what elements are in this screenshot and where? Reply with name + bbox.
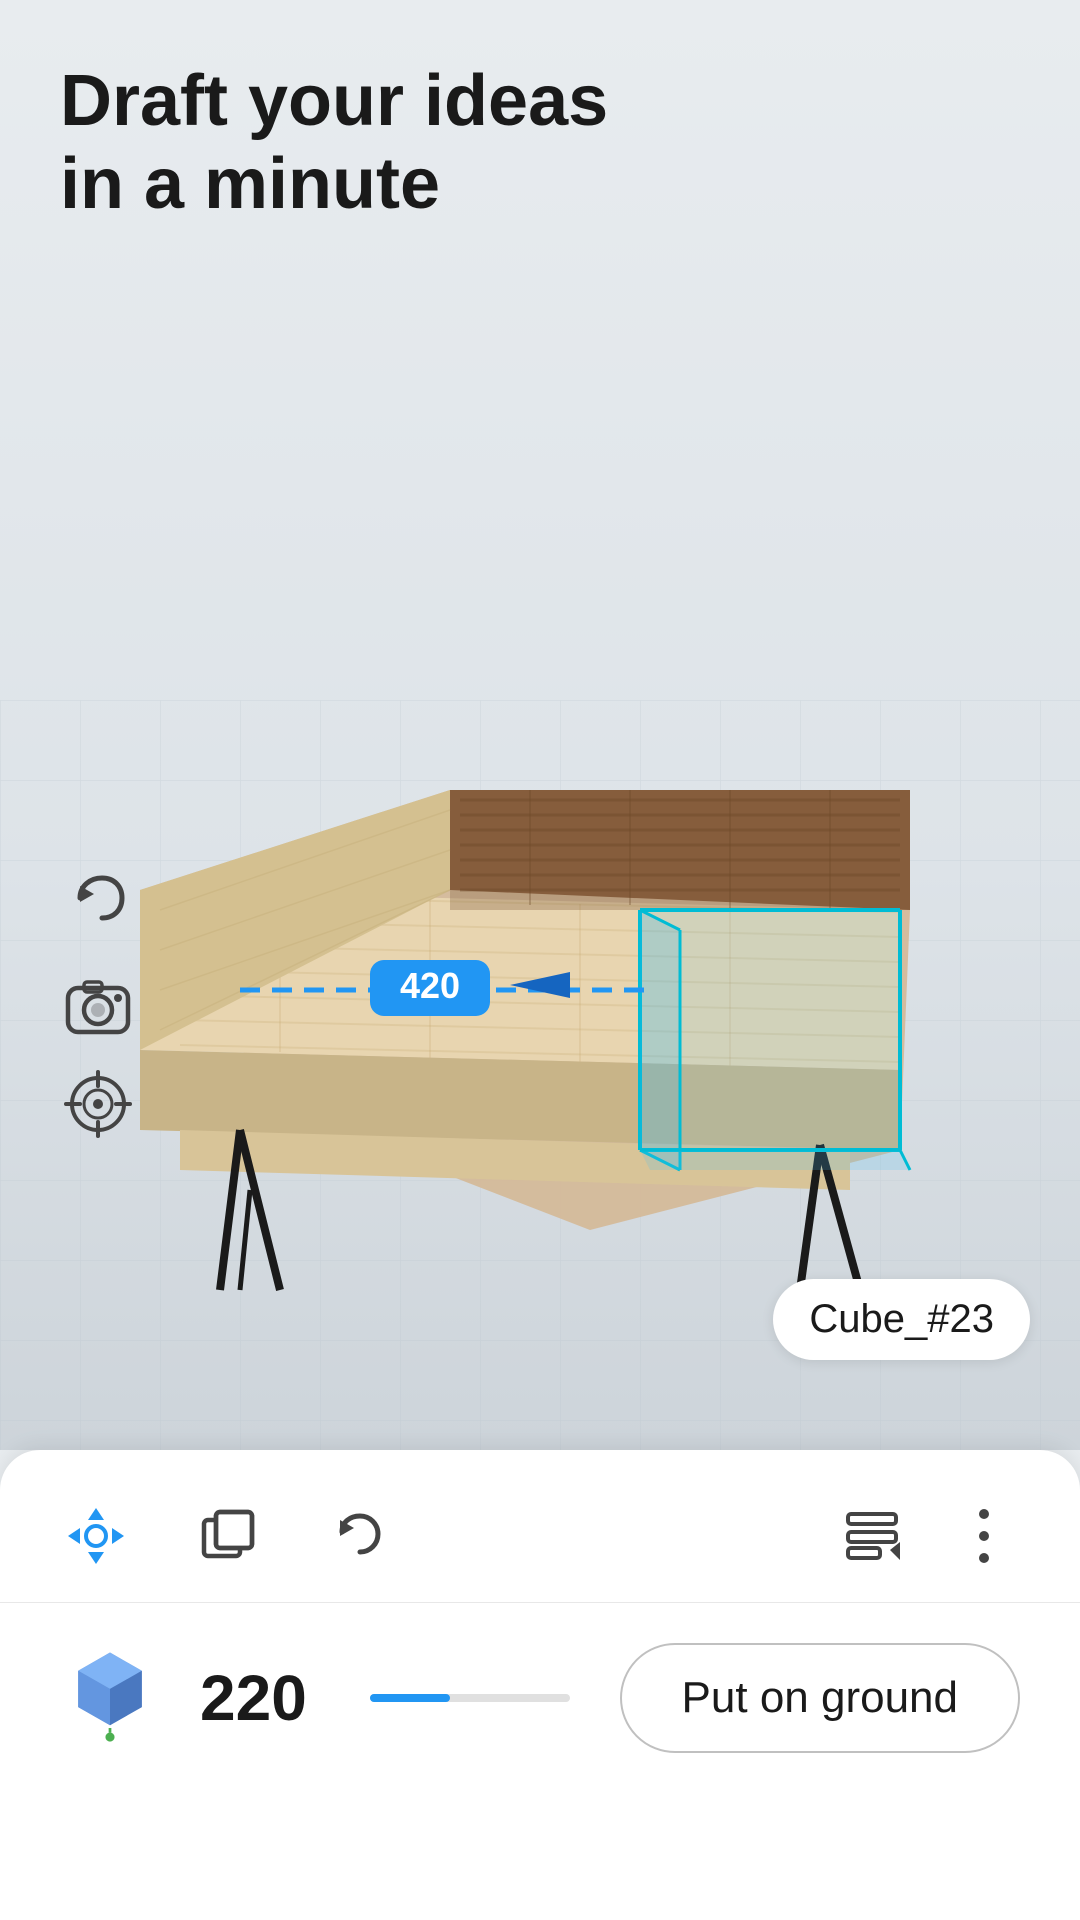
- height-slider[interactable]: [370, 1694, 570, 1702]
- undo-button[interactable]: [60, 860, 140, 940]
- svg-text:420: 420: [400, 965, 460, 1006]
- height-slider-fill: [370, 1694, 450, 1702]
- height-value: 220: [200, 1661, 320, 1735]
- scene-area: Draft your ideas in a minute: [0, 0, 1080, 1450]
- toolbar-right: [836, 1500, 1020, 1572]
- target-button[interactable]: [54, 1060, 142, 1148]
- more-options-button[interactable]: [948, 1500, 1020, 1572]
- undo-tool-button[interactable]: [324, 1500, 396, 1572]
- bottom-panel: 220 Put on ground: [0, 1450, 1080, 1920]
- furniture-3d: 420: [80, 590, 980, 1370]
- paint-button[interactable]: [836, 1500, 908, 1572]
- put-on-ground-button[interactable]: Put on ground: [620, 1643, 1020, 1753]
- toolbar-left: [60, 1500, 396, 1572]
- cube-icon: [60, 1648, 160, 1748]
- object-label: Cube_#23: [773, 1279, 1030, 1360]
- page-title: Draft your ideas in a minute: [60, 60, 608, 226]
- action-row: 220 Put on ground: [0, 1603, 1080, 1793]
- move-tool-button[interactable]: [60, 1500, 132, 1572]
- camera-button[interactable]: [54, 960, 142, 1048]
- toolbar-row: [0, 1450, 1080, 1603]
- layers-button[interactable]: [192, 1500, 264, 1572]
